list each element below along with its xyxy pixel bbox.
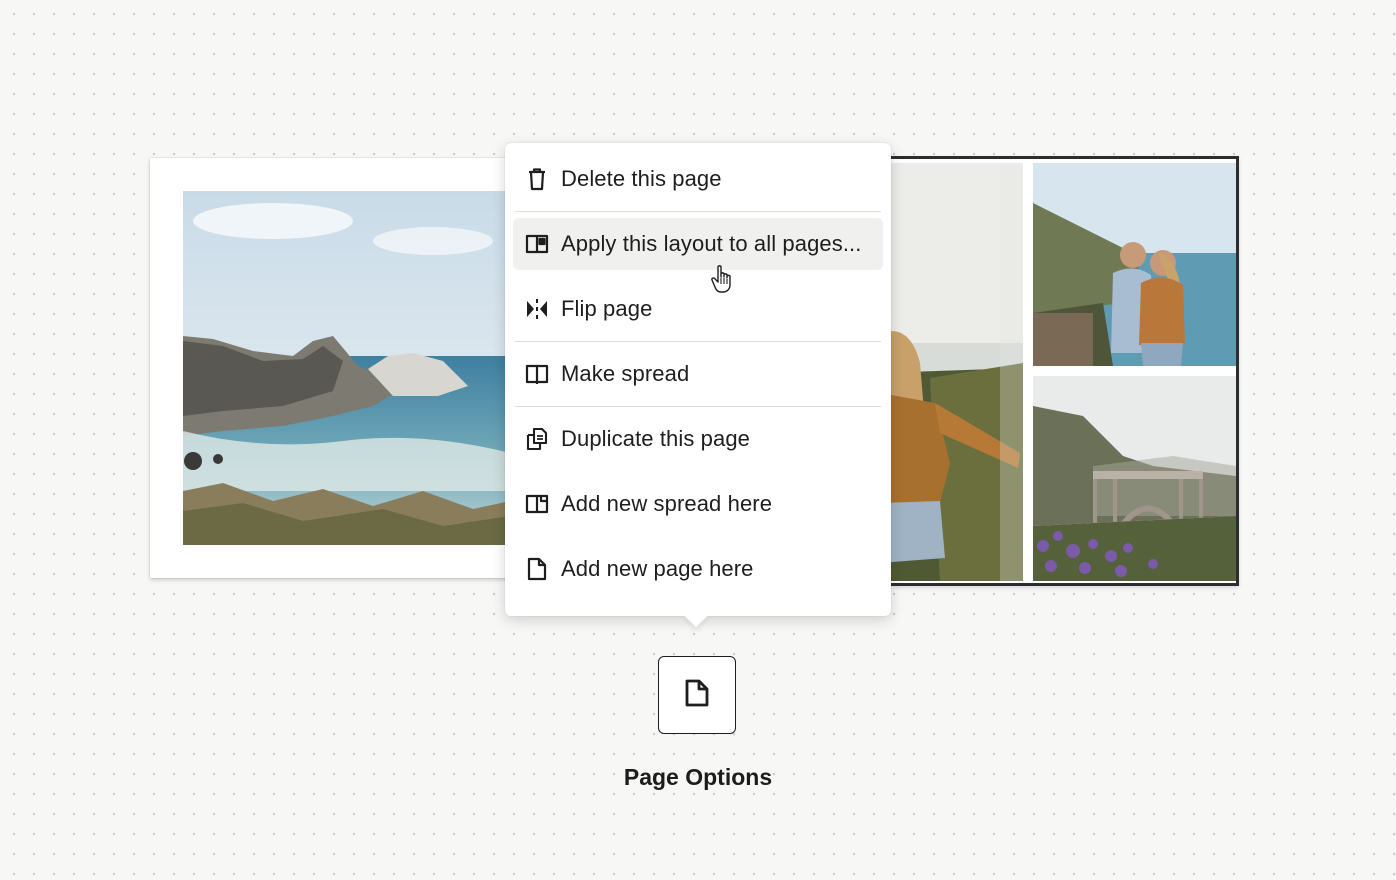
menu-divider: [515, 406, 881, 407]
menu-divider: [515, 211, 881, 212]
duplicate-icon: [525, 427, 549, 451]
menu-item-label: Make spread: [561, 361, 690, 386]
bridge-photo[interactable]: [1033, 376, 1236, 581]
flip-icon: [525, 297, 549, 321]
menu-item-label: Add new page here: [561, 556, 754, 581]
add-spread-icon: [525, 492, 549, 516]
menu-item-label: Add new spread here: [561, 491, 773, 516]
trash-icon: [525, 167, 549, 191]
woman-walking-photo[interactable]: [880, 163, 1023, 581]
menu-item-label: Apply this layout to all pages...: [561, 231, 862, 256]
menu-divider: [515, 341, 881, 342]
page-icon: [684, 678, 710, 713]
menu-item-duplicate-page[interactable]: Duplicate this page: [513, 413, 883, 465]
menu-item-label: Duplicate this page: [561, 426, 751, 451]
menu-item-flip-page[interactable]: Flip page: [513, 283, 883, 335]
menu-gap: [505, 465, 891, 478]
menu-item-delete-page[interactable]: Delete this page: [513, 153, 883, 205]
layout-icon: [525, 232, 549, 256]
menu-gap: [505, 270, 891, 283]
page-options-label: Page Options: [623, 764, 773, 790]
add-page-icon: [525, 557, 549, 581]
menu-item-add-page[interactable]: Add new page here: [513, 543, 883, 595]
menu-item-apply-layout[interactable]: Apply this layout to all pages...: [513, 218, 883, 270]
coast-photo[interactable]: [183, 191, 510, 545]
menu-pointer: [684, 604, 708, 628]
hand-cursor-icon: [711, 265, 731, 293]
menu-gap: [505, 530, 891, 543]
page-options-menu: Delete this page Apply this layout to al…: [505, 143, 891, 628]
menu-item-label: Delete this page: [561, 166, 722, 191]
menu-item-label: Flip page: [561, 296, 653, 321]
menu-item-make-spread[interactable]: Make spread: [513, 348, 883, 400]
book-open-icon: [525, 362, 549, 386]
menu-item-add-spread[interactable]: Add new spread here: [513, 478, 883, 530]
page-options-button[interactable]: [658, 656, 736, 734]
left-page[interactable]: [150, 158, 510, 578]
couple-photo[interactable]: [1033, 163, 1236, 366]
right-page[interactable]: [880, 156, 1239, 586]
